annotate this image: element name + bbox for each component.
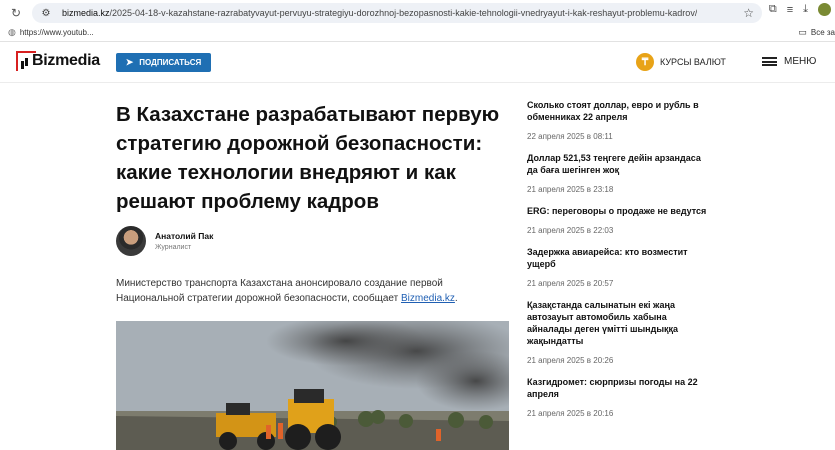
url-host: bizmedia.kz	[62, 8, 110, 18]
lead-text: Министерство транспорта Казахстана анонс…	[116, 278, 443, 304]
author-block[interactable]: Анатолий Пак Журналист	[116, 226, 213, 256]
tenge-coin-icon: ₸	[636, 53, 654, 71]
currency-label: КУРСЫ ВАЛЮТ	[660, 57, 726, 67]
article-photo	[116, 321, 509, 450]
bookmark-label: https://www.youtub...	[19, 28, 94, 37]
subscribe-label: ПОДПИСАТЬСЯ	[139, 58, 202, 67]
menu-button[interactable]: МЕНЮ	[762, 56, 816, 67]
news-title[interactable]: Казгидромет: сюрпризы погоды на 22 апрел…	[527, 376, 712, 400]
author-role: Журналист	[155, 244, 192, 251]
toolbar-actions: ⧉ ≡ ⤓	[769, 3, 835, 16]
news-item[interactable]: Доллар 521,53 теңгеге дейін арзандаса да…	[527, 152, 712, 194]
lead-source-link[interactable]: Bizmedia.kz	[401, 293, 455, 304]
lead-end: .	[454, 293, 458, 304]
hamburger-icon	[762, 57, 777, 66]
bookmark-star-icon[interactable]: ☆	[743, 6, 754, 20]
road-works-illustration	[116, 321, 509, 450]
news-item[interactable]: Сколько стоят доллар, евро и рубль в обм…	[527, 99, 712, 141]
profile-avatar[interactable]	[818, 3, 831, 16]
news-title[interactable]: Сколько стоят доллар, евро и рубль в обм…	[527, 99, 712, 123]
logo-text: Bizmedia	[32, 52, 100, 69]
address-bar[interactable]: ⚙ bizmedia.kz/2025-04-18-v-kazahstane-ra…	[32, 3, 762, 23]
bookmarks-bar: ◍ https://www.youtub... ▭ Все за	[0, 26, 835, 42]
news-feed: Сколько стоят доллар, евро и рубль в обм…	[527, 99, 712, 429]
logo-mark-icon	[16, 51, 36, 71]
news-title[interactable]: ERG: переговоры о продаже не ведутся	[527, 205, 712, 217]
bookmark-folder-label: Все за	[810, 28, 835, 37]
news-title[interactable]: Задержка авиарейса: кто возместит ущерб	[527, 246, 712, 270]
news-item[interactable]: Қазақстанда салынатын екі жаңа автозауыт…	[527, 299, 712, 365]
news-title[interactable]: Қазақстанда салынатын екі жаңа автозауыт…	[527, 299, 712, 347]
site-info-icon[interactable]: ⚙	[40, 7, 52, 19]
currency-link[interactable]: ₸ КУРСЫ ВАЛЮТ	[636, 53, 726, 71]
download-icon[interactable]: ⤓	[803, 3, 808, 16]
news-date: 21 апреля 2025 в 22:03	[527, 226, 614, 235]
subscribe-button[interactable]: ➤ ПОДПИСАТЬСЯ	[116, 53, 211, 72]
site-logo[interactable]: Bizmedia	[16, 51, 100, 71]
menu-label: МЕНЮ	[784, 56, 817, 67]
telegram-icon: ➤	[125, 57, 134, 67]
author-avatar[interactable]	[116, 226, 146, 256]
site-header: Bizmedia ➤ ПОДПИСАТЬСЯ ₸ КУРСЫ ВАЛЮТ МЕН…	[0, 43, 835, 83]
news-date: 21 апреля 2025 в 20:26	[527, 356, 614, 365]
news-date: 21 апреля 2025 в 20:57	[527, 279, 614, 288]
author-info: Анатолий Пак Журналист	[155, 231, 213, 251]
bookmark-youtube[interactable]: ◍ https://www.youtub...	[8, 27, 94, 38]
article-title: В Казахстане разрабатывают первую страте…	[116, 103, 500, 213]
news-date: 21 апреля 2025 в 23:18	[527, 185, 614, 194]
news-item[interactable]: Казгидромет: сюрпризы погоды на 22 апрел…	[527, 376, 712, 418]
url-path: /2025-04-18-v-kazahstane-razrabatyvayut-…	[109, 8, 698, 18]
reload-icon[interactable]: ↻	[8, 5, 24, 21]
news-title[interactable]: Доллар 521,53 теңгеге дейін арзандаса да…	[527, 152, 712, 176]
reading-list-icon[interactable]: ≡	[787, 4, 793, 16]
extensions-icon[interactable]: ⧉	[769, 3, 777, 16]
folder-icon: ▭	[798, 27, 807, 37]
article-lead: Министерство транспорта Казахстана анонс…	[116, 276, 511, 306]
author-name[interactable]: Анатолий Пак	[155, 231, 213, 241]
news-item[interactable]: Задержка авиарейса: кто возместит ущерб …	[527, 246, 712, 288]
globe-icon: ◍	[8, 27, 16, 37]
bookmark-folder-all[interactable]: ▭ Все за	[798, 27, 835, 38]
browser-toolbar: ↻ ⚙ bizmedia.kz/2025-04-18-v-kazahstane-…	[0, 0, 835, 26]
url-text: bizmedia.kz/2025-04-18-v-kazahstane-razr…	[62, 8, 697, 18]
news-date: 21 апреля 2025 в 20:16	[527, 409, 614, 418]
news-date: 22 апреля 2025 в 08:11	[527, 132, 613, 141]
news-item[interactable]: ERG: переговоры о продаже не ведутся 21 …	[527, 205, 712, 235]
